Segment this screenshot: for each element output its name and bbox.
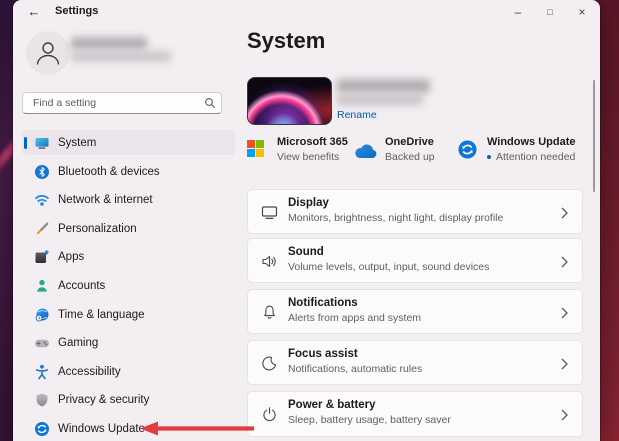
page-title: System: [247, 28, 326, 53]
device-thumbnail: [247, 77, 332, 125]
status-card-subtitle: Attention needed: [487, 151, 575, 163]
system-icon: [34, 135, 50, 151]
row-title: Notifications: [288, 297, 358, 309]
row-title: Display: [288, 197, 329, 209]
sidebar-item-label: Network & internet: [58, 193, 153, 206]
chevron-right-icon: [561, 357, 568, 375]
shield-icon: [34, 392, 50, 408]
app-grid-icon: [34, 249, 50, 265]
microsoft-logo-icon: [247, 140, 264, 162]
sidebar-item-network-internet[interactable]: Network & internet: [22, 187, 235, 212]
speaker-icon: [261, 253, 278, 270]
person-icon: [36, 42, 60, 65]
window-title: Settings: [55, 5, 99, 17]
row-subtitle: Alerts from apps and system: [288, 312, 422, 324]
sidebar-item-accounts[interactable]: Accounts: [22, 273, 235, 298]
sidebar-item-label: Bluetooth & devices: [58, 165, 160, 178]
status-card-subtitle: Backed up: [385, 151, 435, 163]
sidebar-item-label: Accessibility: [58, 365, 121, 378]
user-name-redacted: [71, 37, 147, 50]
gamepad-icon: [34, 335, 50, 351]
user-avatar[interactable]: [26, 31, 70, 75]
sidebar-item-label: Accounts: [58, 279, 106, 292]
windows-update-icon: [34, 421, 50, 437]
close-button[interactable]: ×: [567, 0, 597, 24]
scrollbar-thumb[interactable]: [593, 80, 595, 192]
chevron-right-icon: [561, 408, 568, 426]
sidebar-item-apps[interactable]: Apps: [22, 244, 235, 269]
row-subtitle: Volume levels, output, input, sound devi…: [288, 261, 490, 273]
sidebar-item-personalization[interactable]: Personalization: [22, 216, 235, 241]
device-spec-redacted: [337, 94, 423, 105]
sidebar-item-label: Time & language: [58, 308, 145, 321]
row-sound[interactable]: Sound Volume levels, output, input, soun…: [247, 238, 583, 283]
status-card-title: Windows Update: [487, 136, 576, 148]
paintbrush-icon: [34, 221, 50, 237]
bell-icon: [261, 304, 278, 321]
chevron-right-icon: [561, 206, 568, 224]
search-icon: [199, 97, 221, 109]
moon-icon: [261, 355, 278, 372]
row-title: Sound: [288, 246, 324, 258]
row-subtitle: Sleep, battery usage, battery saver: [288, 414, 451, 426]
row-notifications[interactable]: Notifications Alerts from apps and syste…: [247, 289, 583, 334]
onedrive-cloud-icon: [354, 144, 378, 164]
sidebar-item-system[interactable]: System: [22, 130, 235, 155]
sidebar-item-label: Gaming: [58, 336, 99, 349]
sidebar-item-label: Privacy & security: [58, 393, 150, 406]
sidebar-item-gaming[interactable]: Gaming: [22, 330, 235, 355]
maximize-button[interactable]: □: [535, 0, 565, 24]
account-person-icon: [34, 278, 50, 294]
row-power-battery[interactable]: Power & battery Sleep, battery usage, ba…: [247, 391, 583, 437]
search-box[interactable]: [22, 92, 222, 114]
rename-link[interactable]: Rename: [337, 109, 377, 121]
search-input[interactable]: [23, 97, 199, 109]
alert-dot: [487, 155, 491, 159]
row-display[interactable]: Display Monitors, brightness, night ligh…: [247, 189, 583, 234]
status-card-title: OneDrive: [385, 136, 434, 148]
row-title: Focus assist: [288, 348, 358, 360]
sidebar-item-label: System: [58, 136, 97, 149]
accessibility-person-icon: [34, 364, 50, 380]
user-email-redacted: [71, 51, 171, 62]
back-button[interactable]: ←: [23, 1, 45, 21]
sidebar-item-time-language[interactable]: Time & language: [22, 302, 235, 327]
sidebar-item-windows-update[interactable]: Windows Update: [22, 416, 235, 441]
row-title: Power & battery: [288, 399, 376, 411]
minimize-button[interactable]: –: [503, 0, 533, 24]
device-name-redacted: [337, 79, 430, 93]
selected-indicator: [24, 136, 27, 149]
globe-clock-icon: [34, 307, 50, 323]
sidebar-item-label: Apps: [58, 250, 85, 263]
row-focus-assist[interactable]: Focus assist Notifications, automatic ru…: [247, 340, 583, 385]
chevron-right-icon: [561, 255, 568, 273]
power-icon: [261, 406, 278, 423]
sidebar-item-label: Windows Update: [58, 422, 145, 435]
settings-window: ← Settings – □ × System Bluetooth & devi…: [13, 0, 600, 441]
sidebar-item-privacy-security[interactable]: Privacy & security: [22, 387, 235, 412]
row-subtitle: Notifications, automatic rules: [288, 363, 423, 375]
sidebar-item-label: Personalization: [58, 222, 137, 235]
bluetooth-icon: [34, 164, 50, 180]
monitor-icon: [261, 204, 278, 221]
chevron-right-icon: [561, 306, 568, 324]
windows-update-icon: [458, 140, 477, 164]
row-subtitle: Monitors, brightness, night light, displ…: [288, 212, 504, 224]
status-card-title: Microsoft 365: [277, 136, 348, 148]
status-card-subtitle: View benefits: [277, 151, 340, 163]
wifi-icon: [34, 192, 50, 208]
sidebar-item-bluetooth-devices[interactable]: Bluetooth & devices: [22, 159, 235, 184]
sidebar-item-accessibility[interactable]: Accessibility: [22, 359, 235, 384]
